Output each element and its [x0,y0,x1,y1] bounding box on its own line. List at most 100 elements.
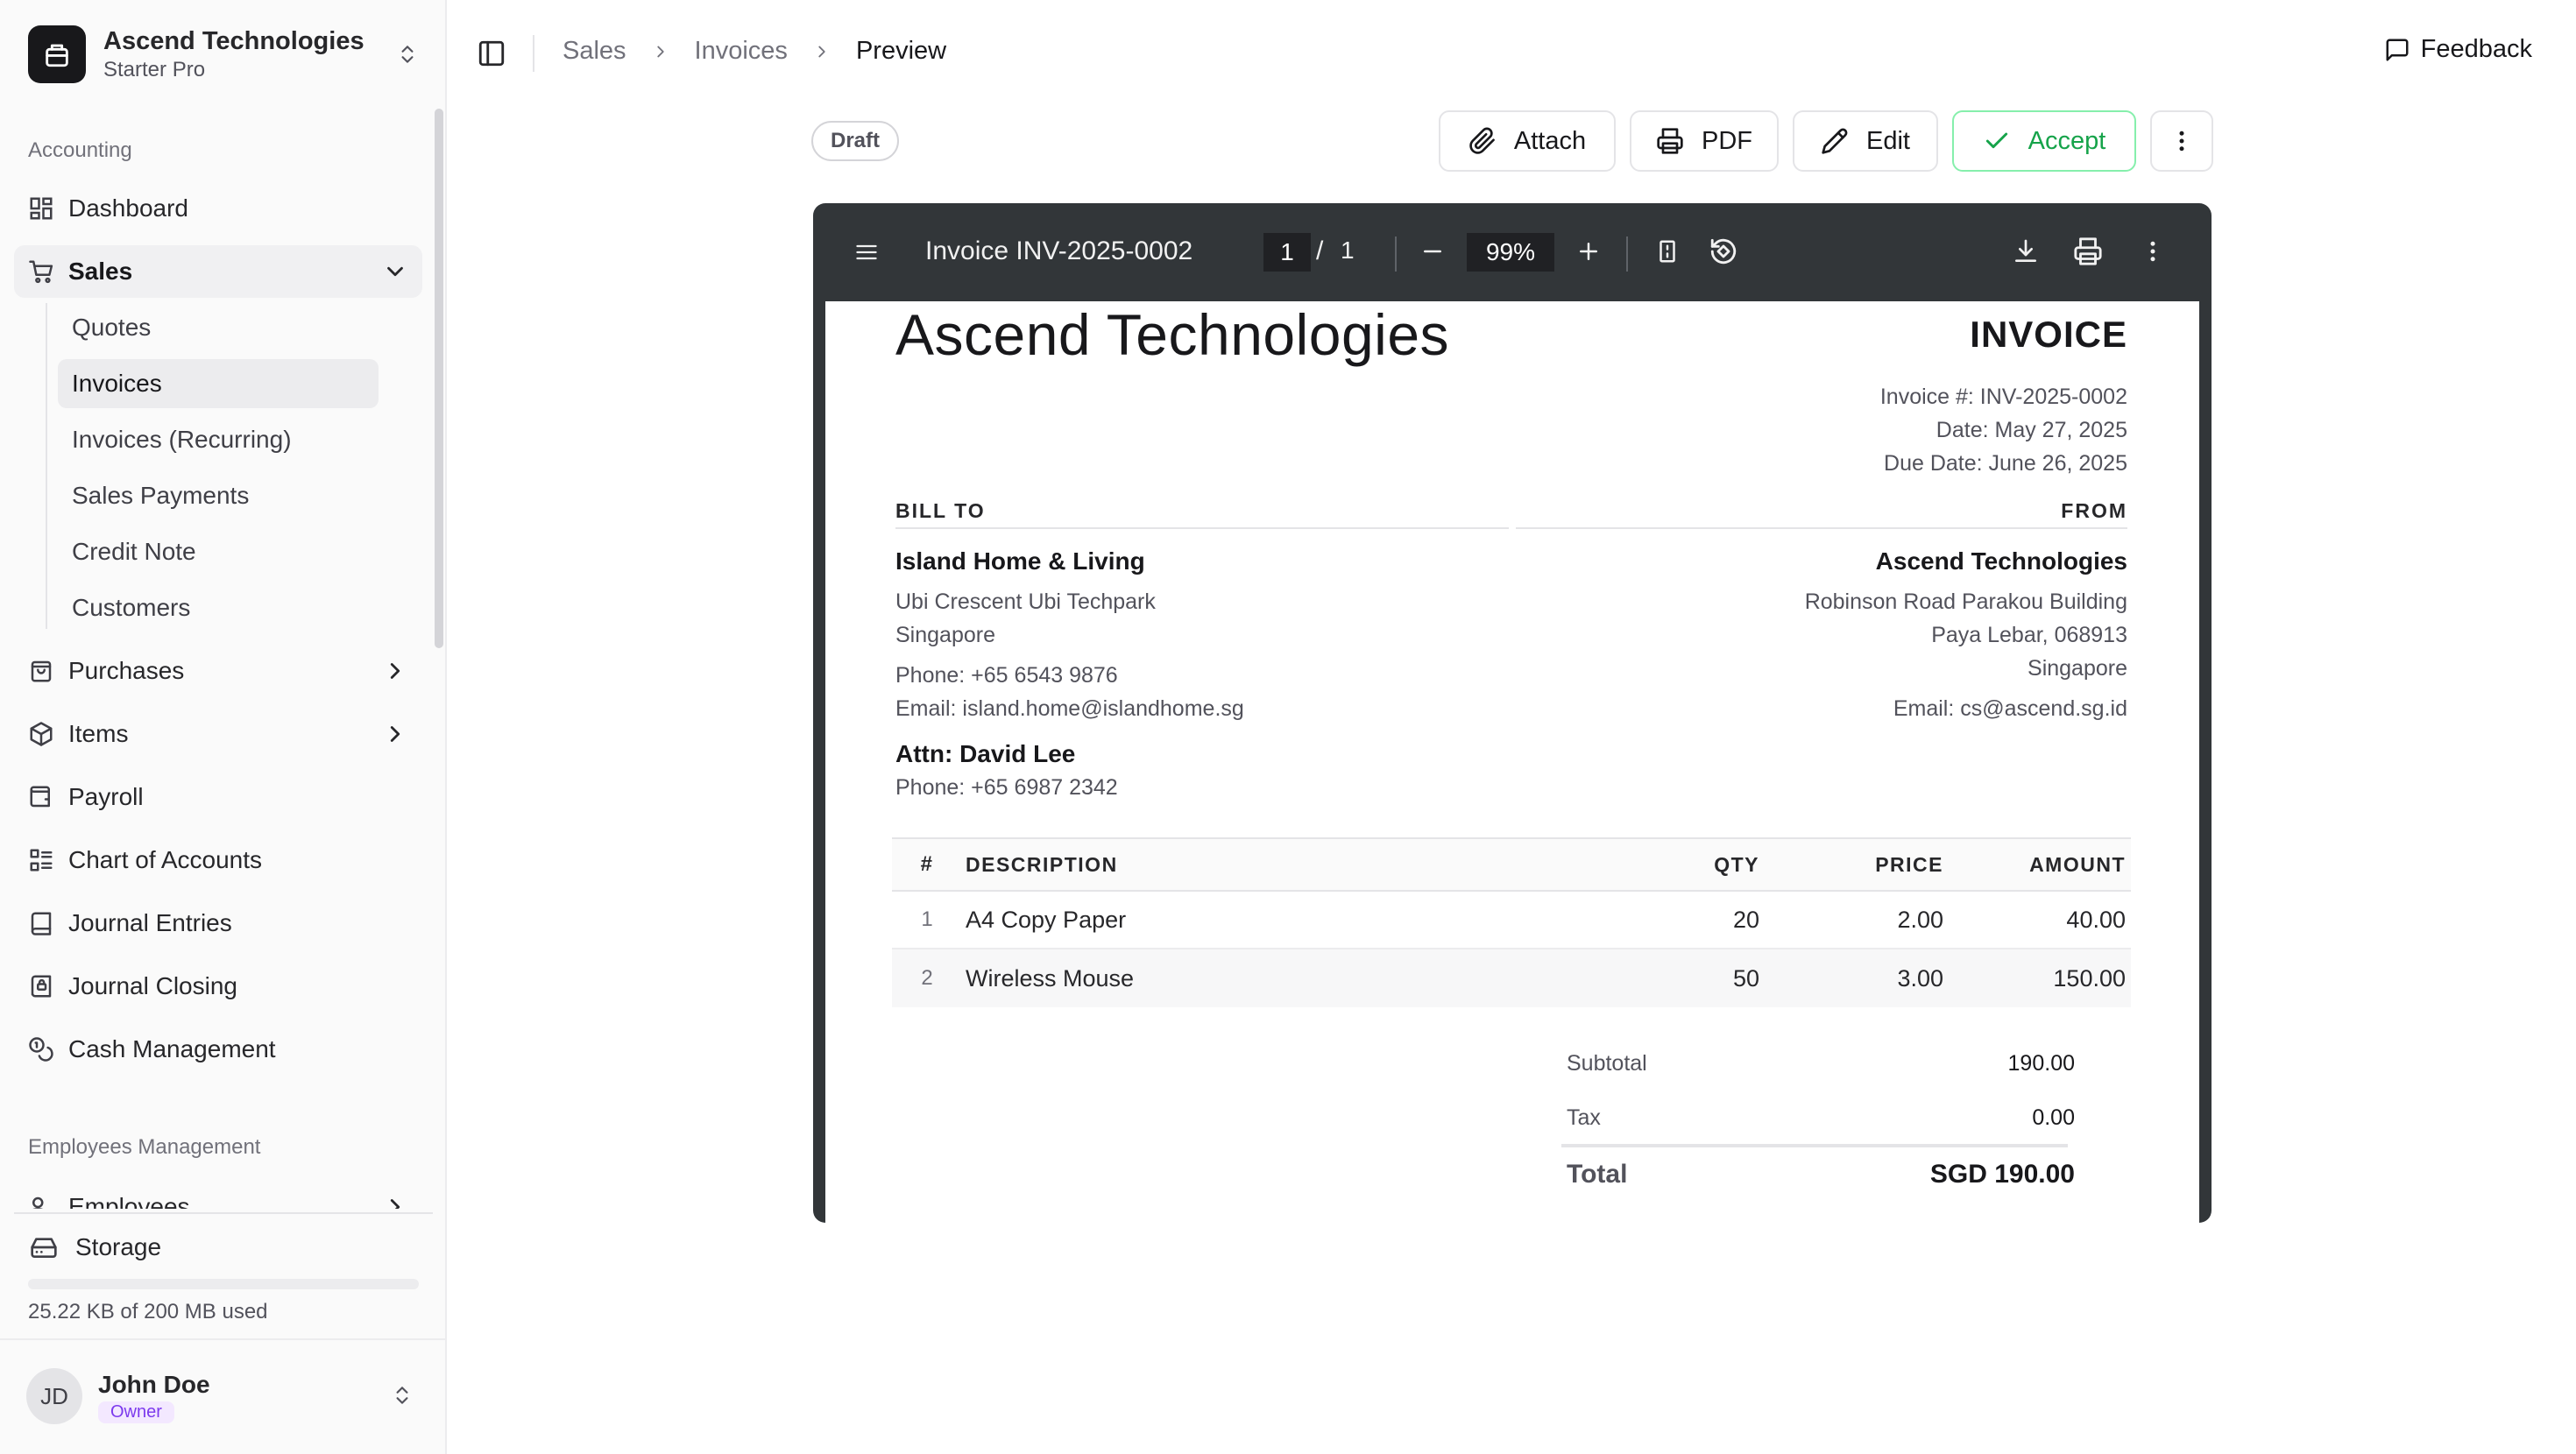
sidebar-item-items[interactable]: Items [14,708,422,760]
subtotal-value: 190.00 [2007,1051,2075,1076]
more-vertical-icon[interactable] [2140,236,2166,266]
divider [14,1212,433,1214]
sidebar-item-invoices[interactable]: Invoices [58,359,379,408]
organization-name: Ascend Technologies [103,27,364,55]
pdf-document-title: Invoice INV-2025-0002 [925,236,1193,265]
page-count: 1 [1341,236,1355,264]
rotate-icon[interactable] [1709,236,1738,266]
fit-page-icon[interactable] [1654,236,1681,266]
hard-drive-icon [30,1233,58,1261]
sidebar-item-label: Journal Closing [68,972,237,999]
line-qty: 50 [1732,964,1759,992]
bill-to-block: Island Home & Living Ubi Crescent Ubi Te… [895,545,1244,804]
zoom-input[interactable]: 99% [1467,233,1554,272]
sender-address-line: Robinson Road Parakou Building [1804,589,2127,614]
customer-phone: Phone: +65 6543 9876 [895,663,1118,688]
sidebar-toggle-icon[interactable] [477,39,506,68]
edit-button[interactable]: Edit [1793,110,1938,172]
breadcrumb-item-invoices[interactable]: Invoices [695,37,788,66]
invoice-number: Invoice #: INV-2025-0002 [1879,385,2127,409]
download-icon[interactable] [2012,236,2040,266]
column-header-amount: AMOUNT [2029,852,2126,876]
pdf-label: PDF [1702,126,1752,155]
sidebar-item-sales[interactable]: Sales [14,245,422,298]
attach-button[interactable]: Attach [1439,110,1616,172]
line-number: 2 [921,966,933,990]
sidebar-scrollbar[interactable] [435,109,443,648]
tax-label: Tax [1567,1105,1601,1130]
line-number: 1 [921,907,933,931]
from-block: Ascend Technologies Robinson Road Parako… [1805,545,2127,725]
customer-email: Email: island.home@islandhome.sg [895,696,1244,721]
sidebar-item-journal-entries[interactable]: Journal Entries [14,897,422,949]
divider [1516,527,2127,529]
pdf-viewer: Invoice INV-2025-0002 1 / 1 99% Ascend T… [813,203,2212,1223]
column-header-qty: QTY [1714,852,1759,876]
sidebar-item-credit-note[interactable]: Credit Note [58,527,379,576]
user-name: John Doe [98,1370,210,1398]
sidebar-item-purchases[interactable]: Purchases [14,645,422,697]
invoice-date: Date: May 27, 2025 [1936,418,2127,442]
sidebar-item-dashboard[interactable]: Dashboard [14,182,422,235]
from-label: FROM [2061,499,2127,522]
sidebar-item-cash-management[interactable]: Cash Management [14,1023,422,1076]
feedback-label: Feedback [2420,35,2532,63]
line-items-table: # DESCRIPTION QTY PRICE AMOUNT 1 A4 Copy… [892,837,2131,1007]
total-label: Total [1567,1160,1628,1189]
shopping-bag-icon [28,658,54,684]
invoice-heading: INVOICE [1970,314,2127,355]
book-icon [28,910,54,936]
role-badge: Owner [98,1401,174,1423]
zoom-out-icon[interactable] [1419,236,1446,266]
sidebar-item-label: Payroll [68,783,144,810]
feedback-button[interactable]: Feedback [2384,35,2532,64]
sidebar-item-employees[interactable]: Employees [14,1181,422,1209]
total-value: SGD 190.00 [1929,1160,2075,1189]
sidebar-item-label: Items [68,720,129,747]
sidebar-item-customers[interactable]: Customers [58,583,379,632]
sender-address-line: Singapore [2028,656,2127,681]
sidebar-item-sales-payments[interactable]: Sales Payments [58,471,379,520]
accept-label: Accept [2028,126,2106,155]
printer-icon[interactable] [2073,236,2103,266]
subtotal-row: Subtotal 190.00 [1549,1039,2080,1093]
shopping-cart-icon [28,258,54,285]
table-header: # DESCRIPTION QTY PRICE AMOUNT [892,837,2131,892]
check-icon [1983,127,2028,155]
page-number-input[interactable]: 1 [1263,233,1311,272]
sidebar-item-label: Journal Entries [68,909,232,936]
line-price: 2.00 [1897,906,1943,933]
storage-usage-text: 25.22 KB of 200 MB used [28,1300,268,1323]
user-menu[interactable]: JD John Doe Owner [26,1368,210,1424]
tax-row: Tax 0.00 [1549,1093,2080,1147]
sidebar-item-invoices-recurring[interactable]: Invoices (Recurring) [58,415,379,464]
storage-label: Storage [75,1233,162,1260]
sidebar-item-payroll[interactable]: Payroll [14,771,422,823]
divider [1626,236,1628,272]
line-qty: 20 [1732,906,1759,933]
sidebar-clip: Employees [14,1174,422,1209]
invoice-meta: Invoice #: INV-2025-0002 Date: May 27, 2… [1880,380,2127,480]
more-actions-button[interactable] [2150,110,2213,172]
breadcrumb-item-sales[interactable]: Sales [563,37,626,66]
accept-button[interactable]: Accept [1952,110,2136,172]
chevron-right-icon [812,42,832,61]
sidebar-item-quotes[interactable]: Quotes [58,303,379,352]
sidebar-item-journal-closing[interactable]: Journal Closing [14,960,422,1013]
sidebar-item-chart-of-accounts[interactable]: Chart of Accounts [14,834,422,886]
pdf-button[interactable]: PDF [1630,110,1779,172]
invoice-due-date: Due Date: June 26, 2025 [1884,451,2127,476]
coins-icon [28,1036,54,1062]
pdf-toolbar: Invoice INV-2025-0002 1 / 1 99% [813,203,2212,301]
storage-link[interactable]: Storage [21,1223,424,1272]
menu-icon[interactable] [853,240,880,265]
organization-switcher[interactable]: Ascend Technologies Starter Pro [14,14,431,95]
sidebar-item-label: Dashboard [68,194,188,222]
chevrons-up-down-icon[interactable] [391,1384,414,1407]
zoom-in-icon[interactable] [1575,236,1602,266]
bill-to-label: BILL TO [895,499,986,522]
line-amount: 150.00 [2053,964,2126,992]
table-row: 2 Wireless Mouse 50 3.00 150.00 [892,949,2131,1007]
attention-name: Attn: David Lee [895,740,1076,767]
divider [533,35,534,72]
